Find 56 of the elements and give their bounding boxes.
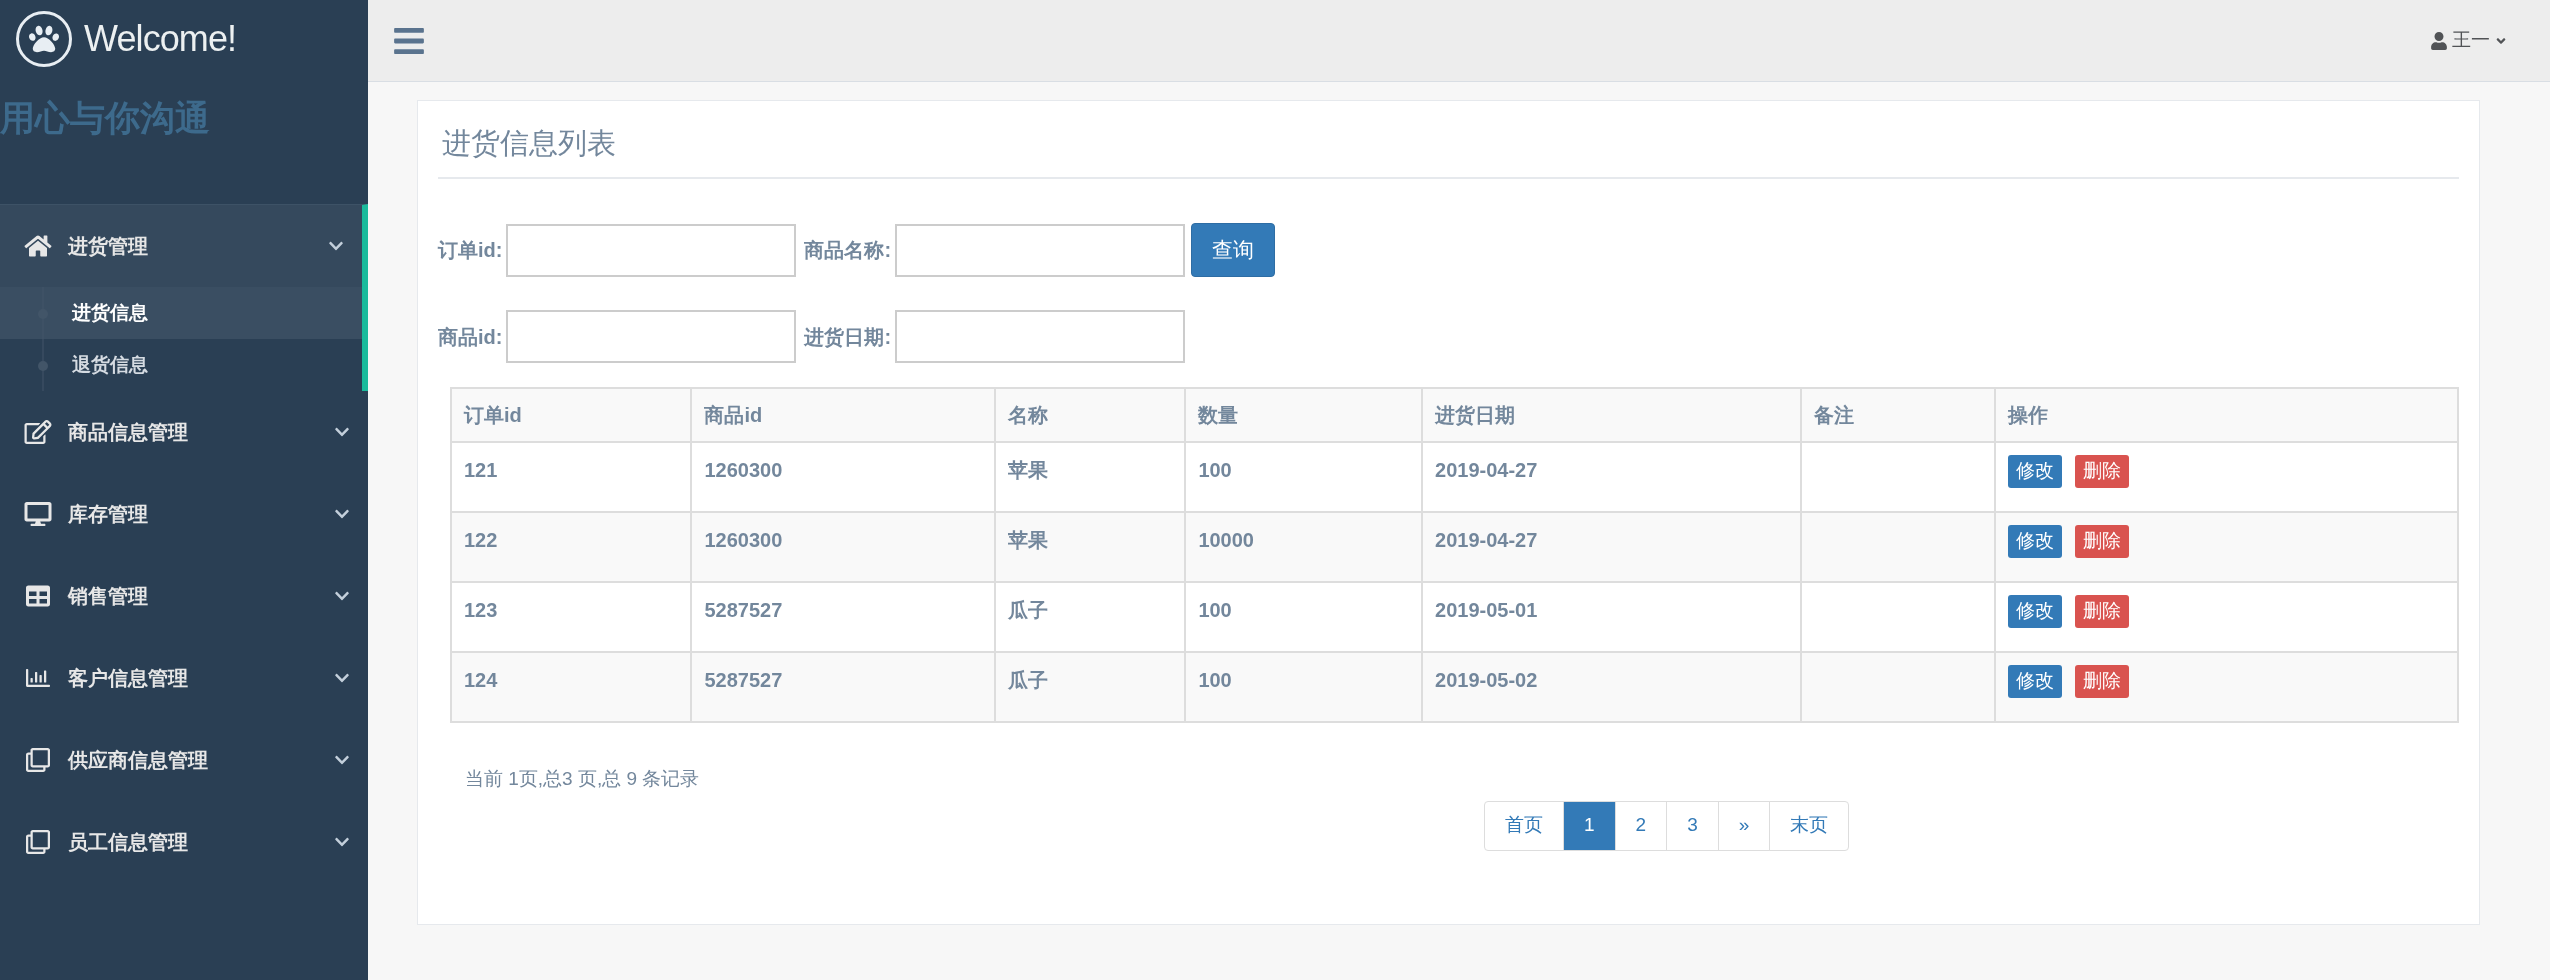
column-header: 订单id [451,388,692,442]
input-field[interactable] [895,310,1186,363]
monitor-icon [24,502,52,526]
record-summary: 当前 1页,总3 页,总 9 条记录 [465,767,701,791]
menu-item[interactable]: 供应商信息管理 [0,719,368,801]
home-icon [24,234,52,258]
delete-button[interactable]: 删除 [2075,525,2130,558]
edit-icon [24,420,52,444]
table-cell: 5287527 [691,652,995,722]
panel-title: 进货信息列表 [442,126,616,162]
delete-button[interactable]: 删除 [2075,665,2130,698]
table-cell: 100 [1185,652,1422,722]
delete-button[interactable]: 删除 [2075,595,2130,628]
edit-button[interactable]: 修改 [2008,525,2063,558]
page-link[interactable]: 首页 [1484,800,1564,851]
menu-item[interactable]: 员工信息管理 [0,801,368,883]
page-link[interactable]: 3 [1666,800,1719,851]
copy-icon [24,830,52,854]
page-link[interactable]: 2 [1614,800,1668,851]
column-header: 数量 [1185,388,1422,442]
edit-button[interactable]: 修改 [2008,595,2063,628]
field-label: 进货日期: [804,324,892,350]
menu-item[interactable]: 库存管理 [0,473,368,555]
field-label: 商品id: [438,324,503,350]
edit-button[interactable]: 修改 [2008,665,2063,698]
slogan: 用心与你沟通 [0,97,211,139]
column-header: 进货日期 [1422,388,1802,442]
copy-icon [24,748,52,772]
paw-icon [16,11,72,67]
table-cell: 2019-05-02 [1422,652,1802,722]
field-label: 商品名称: [804,238,892,263]
edit-button[interactable]: 修改 [2008,455,2063,488]
bar-chart-icon [24,666,52,690]
menu-item[interactable]: 商品信息管理 [0,391,368,473]
menu-item[interactable]: 客户信息管理 [0,637,368,719]
column-header: 操作 [1995,388,2458,442]
delete-button[interactable]: 删除 [2075,455,2130,488]
table-cell: 瓜子 [994,652,1186,722]
page-link[interactable]: 1 [1563,800,1616,851]
column-header: 商品id [691,388,995,442]
field-label: 订单id: [438,238,503,263]
menu-item[interactable]: 进货管理 [0,205,362,287]
submenu-item[interactable]: 进货信息 [72,298,148,328]
menu-item[interactable]: 销售管理 [0,555,368,637]
input-field[interactable] [506,310,797,363]
user-icon [2430,31,2448,50]
user-menu[interactable]: 王一 [2430,26,2508,55]
table-icon [24,584,52,608]
table-cell: 124 [451,652,692,722]
page-link[interactable]: » [1717,800,1771,851]
input-field[interactable] [506,223,797,277]
page-link[interactable]: 末页 [1769,800,1850,851]
input-field[interactable] [895,223,1186,277]
submenu-item[interactable]: 退货信息 [72,350,148,380]
brand-title: Welcome! [84,17,237,61]
query-button[interactable]: 查询 [1191,223,1276,277]
